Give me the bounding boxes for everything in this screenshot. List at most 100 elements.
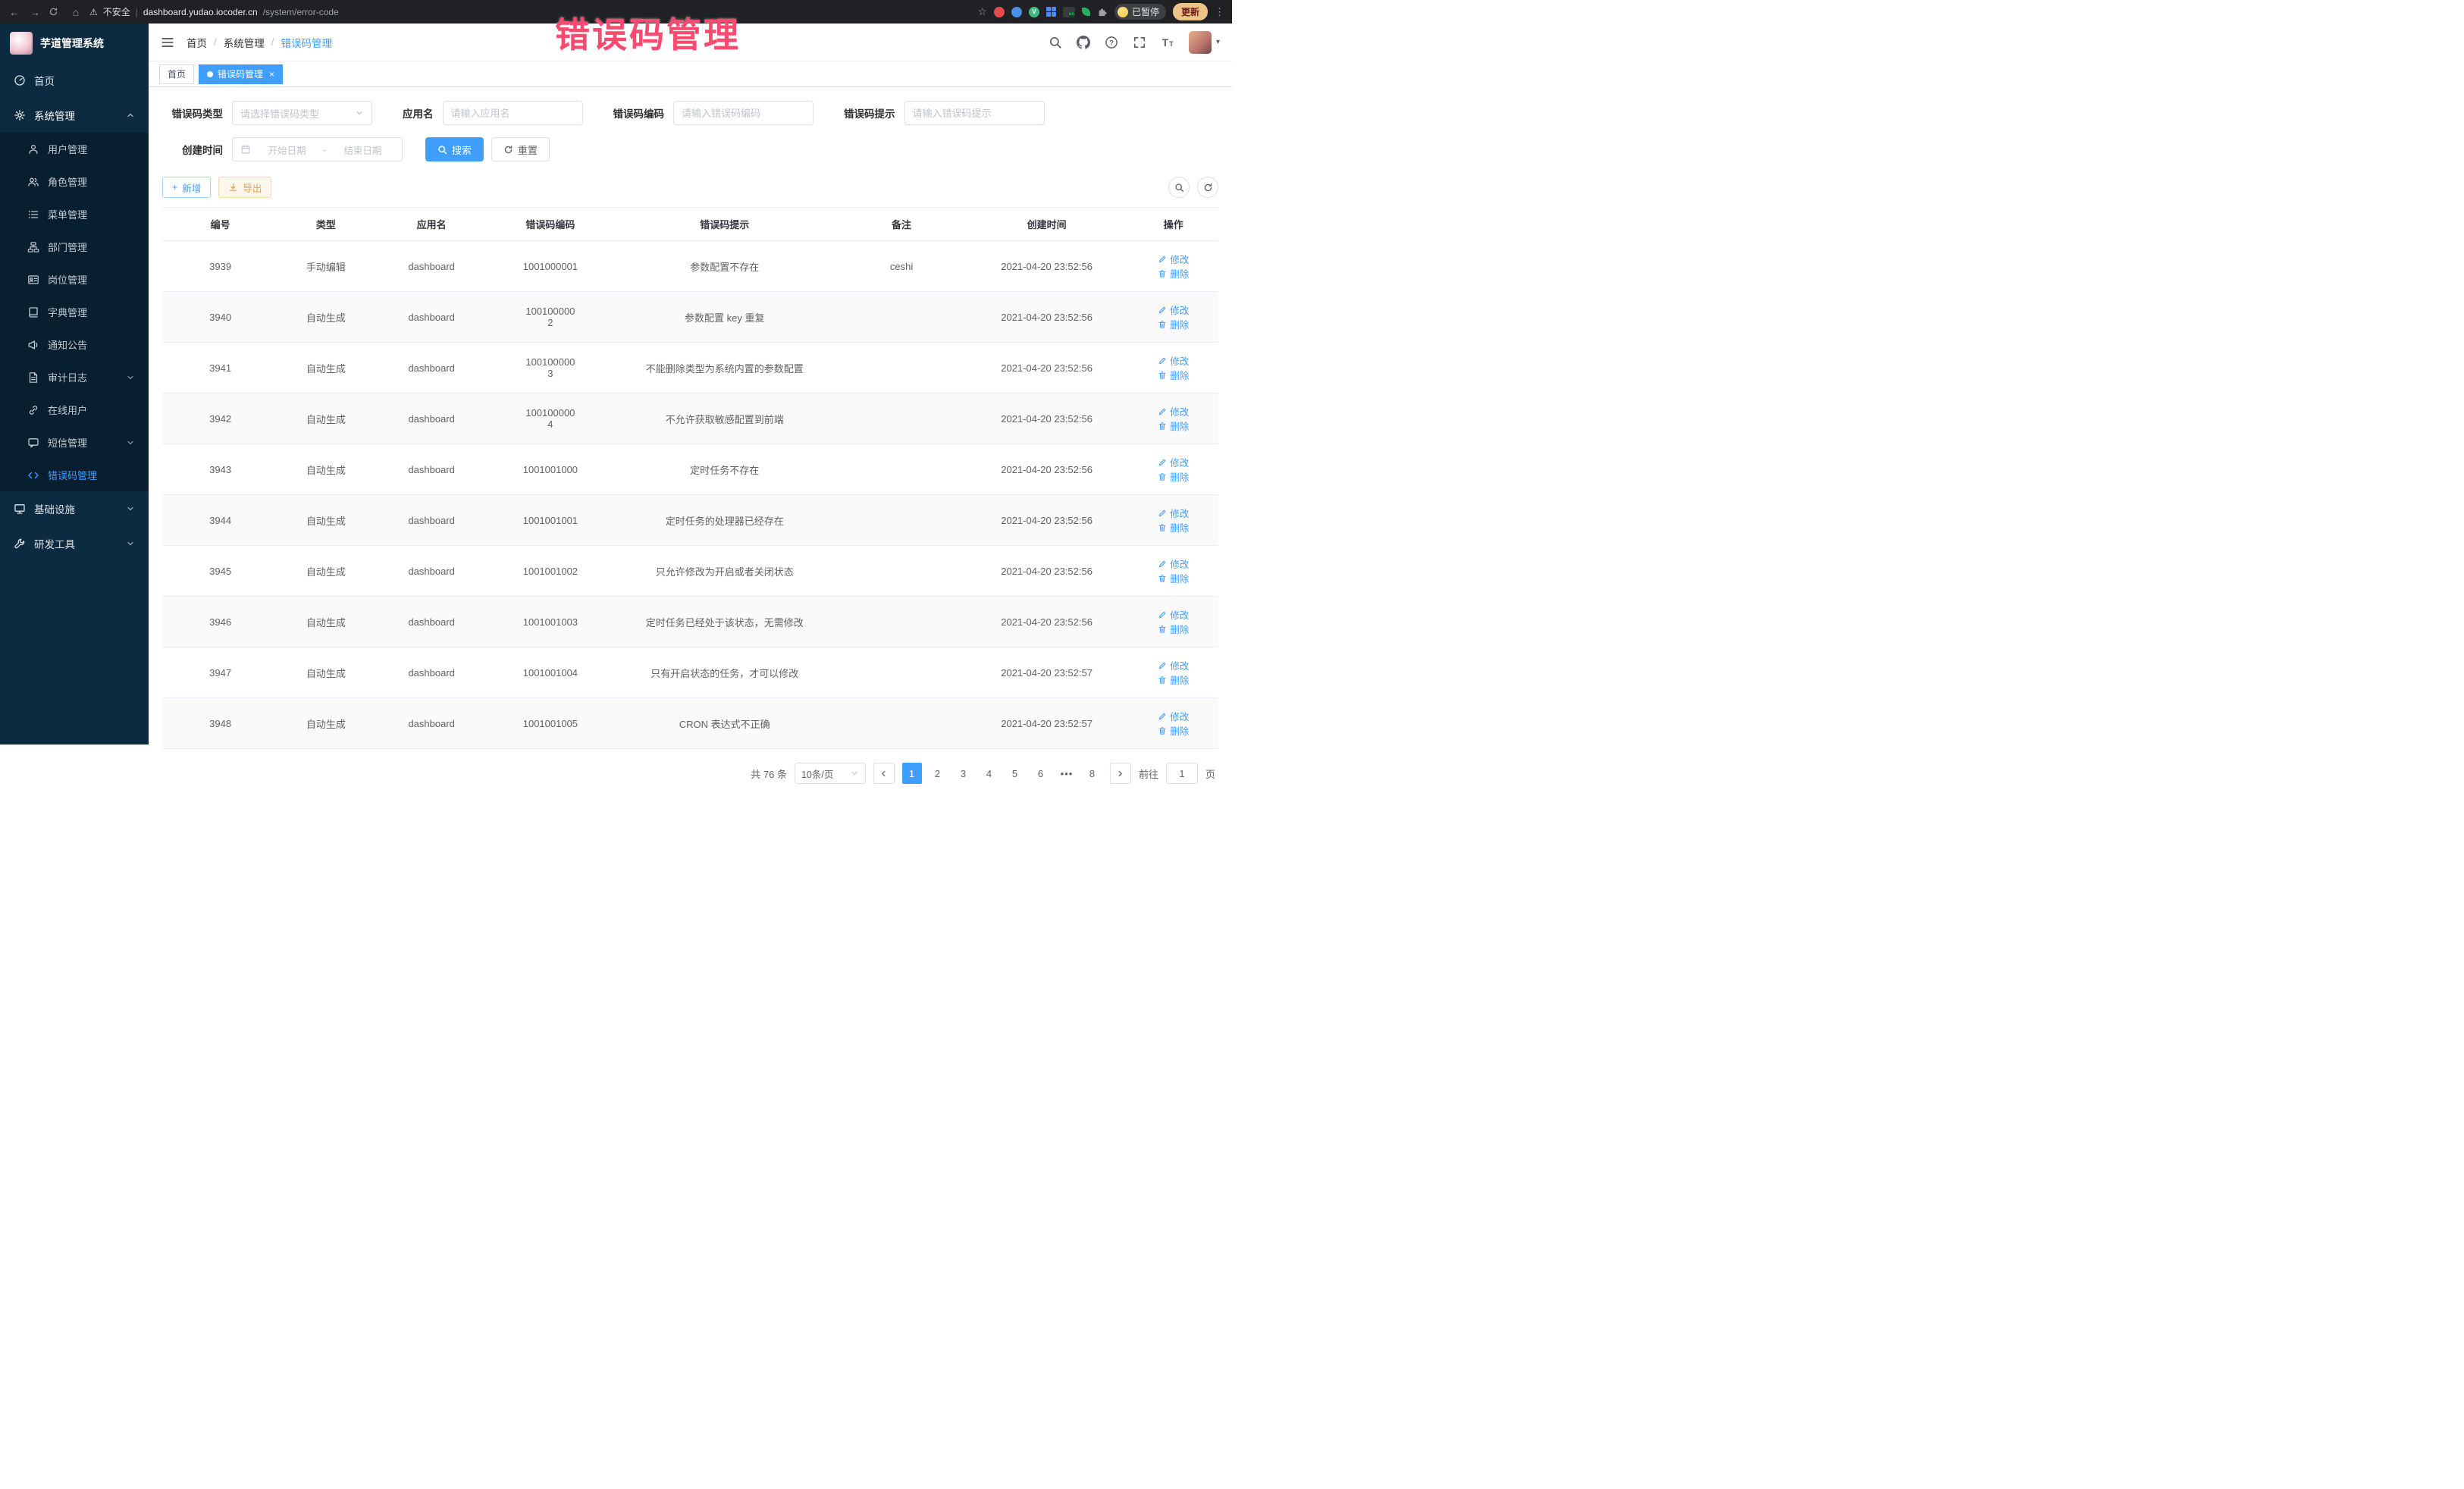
edit-button[interactable]: 修改: [1158, 607, 1189, 622]
sidebar-item-error-code[interactable]: 错误码管理: [0, 459, 149, 491]
bookmark-star-icon[interactable]: ☆: [977, 5, 987, 18]
next-page-button[interactable]: [1110, 763, 1131, 784]
page-ellipsis[interactable]: •••: [1057, 763, 1077, 784]
browser-back-icon[interactable]: ←: [8, 6, 21, 18]
sidebar-item-dict[interactable]: 字典管理: [0, 296, 149, 328]
cell-type: 自动生成: [278, 343, 373, 393]
delete-button[interactable]: 删除: [1158, 622, 1189, 636]
browser-reload-icon[interactable]: [49, 7, 62, 17]
delete-button[interactable]: 删除: [1158, 368, 1189, 382]
browser-forward-icon[interactable]: →: [28, 6, 42, 18]
page-button[interactable]: 3: [954, 763, 973, 784]
toggle-search-button[interactable]: [1168, 177, 1190, 198]
start-date-placeholder: 开始日期: [255, 143, 318, 157]
fullscreen-icon[interactable]: [1133, 36, 1146, 49]
extension-grid-icon[interactable]: [1046, 7, 1056, 17]
edit-button[interactable]: 修改: [1158, 353, 1189, 368]
edit-button[interactable]: 修改: [1158, 658, 1189, 672]
goto-page-input[interactable]: [1166, 763, 1198, 784]
browser-menu-icon[interactable]: ⋮: [1215, 6, 1224, 18]
page-button[interactable]: 8: [1083, 763, 1102, 784]
vue-devtools-icon[interactable]: V: [1029, 7, 1039, 17]
edit-button[interactable]: 修改: [1158, 455, 1189, 469]
page-button[interactable]: 1: [902, 763, 922, 784]
app-name-input[interactable]: [443, 101, 583, 125]
extension-blue-icon[interactable]: [1011, 7, 1022, 17]
reset-button[interactable]: 重置: [491, 137, 550, 161]
address-bar[interactable]: ⚠ 不安全 | dashboard.yudao.iocoder.cn/syste…: [89, 5, 987, 18]
search-button[interactable]: 搜索: [425, 137, 484, 161]
page-button[interactable]: 2: [928, 763, 948, 784]
sidebar-item-menus[interactable]: 菜单管理: [0, 198, 149, 230]
leaf-extension-icon[interactable]: [1082, 8, 1090, 16]
edit-button[interactable]: 修改: [1158, 404, 1189, 418]
browser-home-icon[interactable]: ⌂: [69, 6, 83, 18]
delete-button[interactable]: 删除: [1158, 520, 1189, 534]
security-label: 不安全: [103, 5, 130, 18]
delete-button[interactable]: 删除: [1158, 469, 1189, 484]
sidebar-item-infrastructure[interactable]: 基础设施: [0, 491, 149, 526]
page-size-select[interactable]: 10条/页: [795, 763, 866, 784]
delete-icon: [1158, 269, 1167, 278]
update-button[interactable]: 更新: [1173, 3, 1208, 20]
page-button[interactable]: 5: [1005, 763, 1025, 784]
delete-button[interactable]: 删除: [1158, 266, 1189, 281]
cell-code: 1001001005: [490, 698, 611, 749]
logo[interactable]: 芋道管理系统: [0, 24, 149, 63]
search-icon[interactable]: [1049, 36, 1062, 49]
sidebar-item-notice[interactable]: 通知公告: [0, 328, 149, 361]
sidebar-item-system[interactable]: 系统管理: [0, 98, 149, 133]
error-message-input[interactable]: [904, 101, 1045, 125]
edit-button[interactable]: 修改: [1158, 556, 1189, 571]
edit-button[interactable]: 修改: [1158, 506, 1189, 520]
sidebar-item-dev-tools[interactable]: 研发工具: [0, 526, 149, 561]
sidebar-item-users[interactable]: 用户管理: [0, 133, 149, 165]
url-domain: dashboard.yudao.iocoder.cn: [143, 7, 258, 17]
date-range-picker[interactable]: 开始日期 - 结束日期: [232, 137, 403, 161]
edit-button[interactable]: 修改: [1158, 252, 1189, 266]
sidebar-item-sms[interactable]: 短信管理: [0, 426, 149, 459]
sidebar-item-departments[interactable]: 部门管理: [0, 230, 149, 263]
browser-chrome: ← → ⌂ ⚠ 不安全 | dashboard.yudao.iocoder.cn…: [0, 0, 1232, 24]
cell-id: 3946: [162, 597, 278, 647]
help-icon[interactable]: ?: [1105, 36, 1118, 49]
edit-button[interactable]: 修改: [1158, 709, 1189, 723]
hamburger-icon[interactable]: [161, 36, 174, 49]
delete-button[interactable]: 删除: [1158, 317, 1189, 331]
page-button[interactable]: 4: [980, 763, 999, 784]
tab-home[interactable]: 首页: [159, 64, 194, 84]
export-button[interactable]: 导出: [218, 177, 271, 198]
add-button[interactable]: + 新增: [162, 177, 211, 198]
sidebar-item-audit-log[interactable]: 审计日志: [0, 361, 149, 393]
breadcrumb-system[interactable]: 系统管理: [224, 35, 265, 50]
delete-button[interactable]: 删除: [1158, 571, 1189, 585]
cell-actions: 修改 删除: [1129, 444, 1218, 495]
sidebar-item-roles[interactable]: 角色管理: [0, 165, 149, 198]
edit-button[interactable]: 修改: [1158, 303, 1189, 317]
sidebar-item-online-users[interactable]: 在线用户: [0, 393, 149, 426]
extensions-puzzle-icon[interactable]: [1097, 7, 1108, 17]
refresh-table-button[interactable]: [1197, 177, 1218, 198]
delete-button[interactable]: 删除: [1158, 418, 1189, 433]
message-icon: [27, 437, 39, 449]
error-type-select[interactable]: 请选择错误码类型: [232, 101, 372, 125]
delete-button[interactable]: 删除: [1158, 723, 1189, 738]
delete-button[interactable]: 删除: [1158, 672, 1189, 687]
user-menu[interactable]: ▾: [1189, 31, 1220, 54]
sidebar-item-home[interactable]: 首页: [0, 63, 149, 98]
profile-chip[interactable]: 已暂停: [1114, 4, 1166, 20]
proxy-extension-icon[interactable]: on: [1063, 7, 1075, 17]
extension-red-icon[interactable]: [994, 7, 1005, 17]
menu-label: 错误码管理: [48, 468, 97, 482]
close-icon[interactable]: ×: [269, 70, 274, 79]
font-size-icon[interactable]: TT: [1161, 36, 1174, 49]
page-button[interactable]: 6: [1031, 763, 1051, 784]
sidebar-item-posts[interactable]: 岗位管理: [0, 263, 149, 296]
chevron-down-icon: [126, 373, 135, 382]
tab-error-code[interactable]: 错误码管理 ×: [199, 64, 283, 84]
github-icon[interactable]: [1077, 36, 1090, 49]
error-code-input[interactable]: [673, 101, 813, 125]
prev-page-button[interactable]: [873, 763, 895, 784]
cell-type: 自动生成: [278, 546, 373, 597]
breadcrumb-home[interactable]: 首页: [187, 35, 207, 50]
